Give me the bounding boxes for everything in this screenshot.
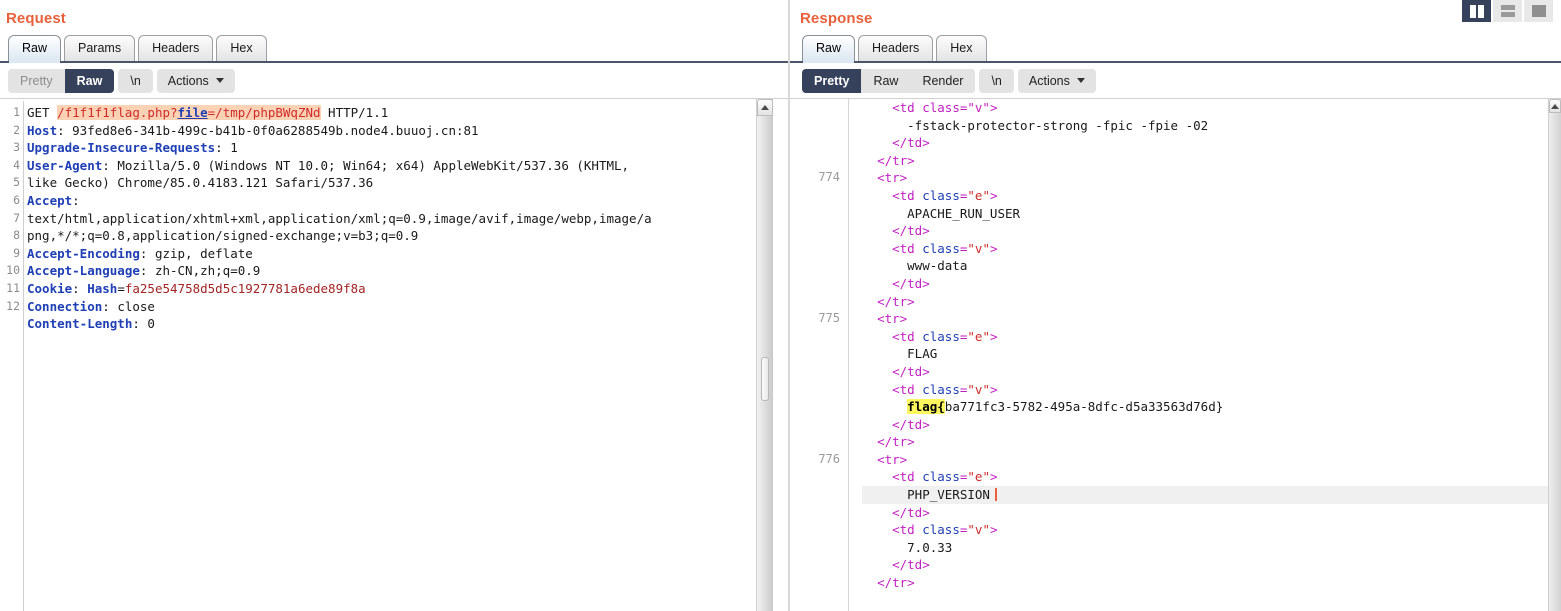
request-newline-button[interactable]: \n xyxy=(118,68,153,93)
chevron-down-icon xyxy=(215,78,224,83)
panel-divider[interactable] xyxy=(788,0,790,611)
request-code-area[interactable]: 1 2 3 4 5 6 7 8 9 10 11 12 GET /f1f1f1fl… xyxy=(0,99,756,611)
response-view-mode-group: Pretty Raw Render xyxy=(802,68,976,93)
request-gutter-divider xyxy=(23,101,24,611)
request-view-mode-group: Pretty Raw xyxy=(8,68,115,93)
request-line-number-gutter: 1 2 3 4 5 6 7 8 9 10 11 12 xyxy=(6,105,20,313)
request-panel: Request Raw Params Headers Hex Pretty Ra… xyxy=(0,0,790,611)
request-actions-button[interactable]: Actions xyxy=(156,68,235,93)
response-tabstrip: Raw Headers Hex xyxy=(790,33,1561,63)
response-tab-hex[interactable]: Hex xyxy=(936,35,987,61)
split-horizontal-icon xyxy=(1500,5,1515,17)
single-pane-icon xyxy=(1531,5,1546,17)
request-actions-label: Actions xyxy=(167,73,209,88)
request-raw-text: GET /f1f1f1flag.php?file=/tmp/phpBWqZNd … xyxy=(27,105,652,332)
response-tab-raw[interactable]: Raw xyxy=(802,35,856,63)
split-vertical-icon xyxy=(1469,4,1484,18)
response-body-text: <td class="v"> -fstack-protector-strong … xyxy=(862,99,1549,592)
request-tabstrip: Raw Params Headers Hex xyxy=(0,33,790,63)
response-render-button[interactable]: Render xyxy=(910,68,976,93)
request-scrollbar-thumb[interactable] xyxy=(761,357,769,401)
response-tab-headers[interactable]: Headers xyxy=(858,35,934,61)
request-panel-title: Request xyxy=(6,10,66,27)
request-editor[interactable]: 1 2 3 4 5 6 7 8 9 10 11 12 GET /f1f1f1fl… xyxy=(0,99,790,611)
layout-single-pane-button[interactable] xyxy=(1524,0,1553,22)
request-vertical-scrollbar[interactable] xyxy=(756,99,773,611)
scroll-up-arrow-icon[interactable] xyxy=(757,99,773,116)
response-gutter-divider xyxy=(848,99,849,611)
response-editor[interactable]: 774 775 776 <td class="v"> -fstack-protect… xyxy=(790,99,1561,611)
response-actions-button[interactable]: Actions xyxy=(1017,68,1096,93)
response-actions-label: Actions xyxy=(1028,73,1070,88)
response-raw-button[interactable]: Raw xyxy=(861,68,911,93)
request-pretty-button[interactable]: Pretty xyxy=(8,68,65,93)
response-vertical-scrollbar[interactable] xyxy=(1548,99,1561,611)
layout-split-vertical-button[interactable] xyxy=(1462,0,1491,22)
request-tab-hex[interactable]: Hex xyxy=(216,35,267,61)
request-raw-button[interactable]: Raw xyxy=(64,68,115,93)
request-tab-params[interactable]: Params xyxy=(64,35,136,61)
response-pretty-button[interactable]: Pretty xyxy=(802,68,862,93)
scroll-up-arrow-icon[interactable] xyxy=(1549,99,1561,113)
request-tab-headers[interactable]: Headers xyxy=(138,35,214,61)
chevron-down-icon xyxy=(1076,78,1085,83)
response-code-area[interactable]: 774 775 776 <td class="v"> -fstack-protect… xyxy=(790,99,1549,611)
response-panel-title: Response xyxy=(800,10,873,27)
response-panel: Response Raw Headers Hex Pretty Raw Rend… xyxy=(790,0,1561,611)
burp-suite-repeater-window: Request Raw Params Headers Hex Pretty Ra… xyxy=(0,0,1561,611)
request-tab-raw[interactable]: Raw xyxy=(8,35,62,63)
response-toolbar: Pretty Raw Render \n Actions xyxy=(790,63,1561,99)
layout-split-horizontal-button[interactable] xyxy=(1493,0,1522,22)
response-newline-button[interactable]: \n xyxy=(979,68,1014,93)
request-toolbar: Pretty Raw \n Actions xyxy=(0,63,790,99)
layout-button-group xyxy=(1462,0,1553,22)
